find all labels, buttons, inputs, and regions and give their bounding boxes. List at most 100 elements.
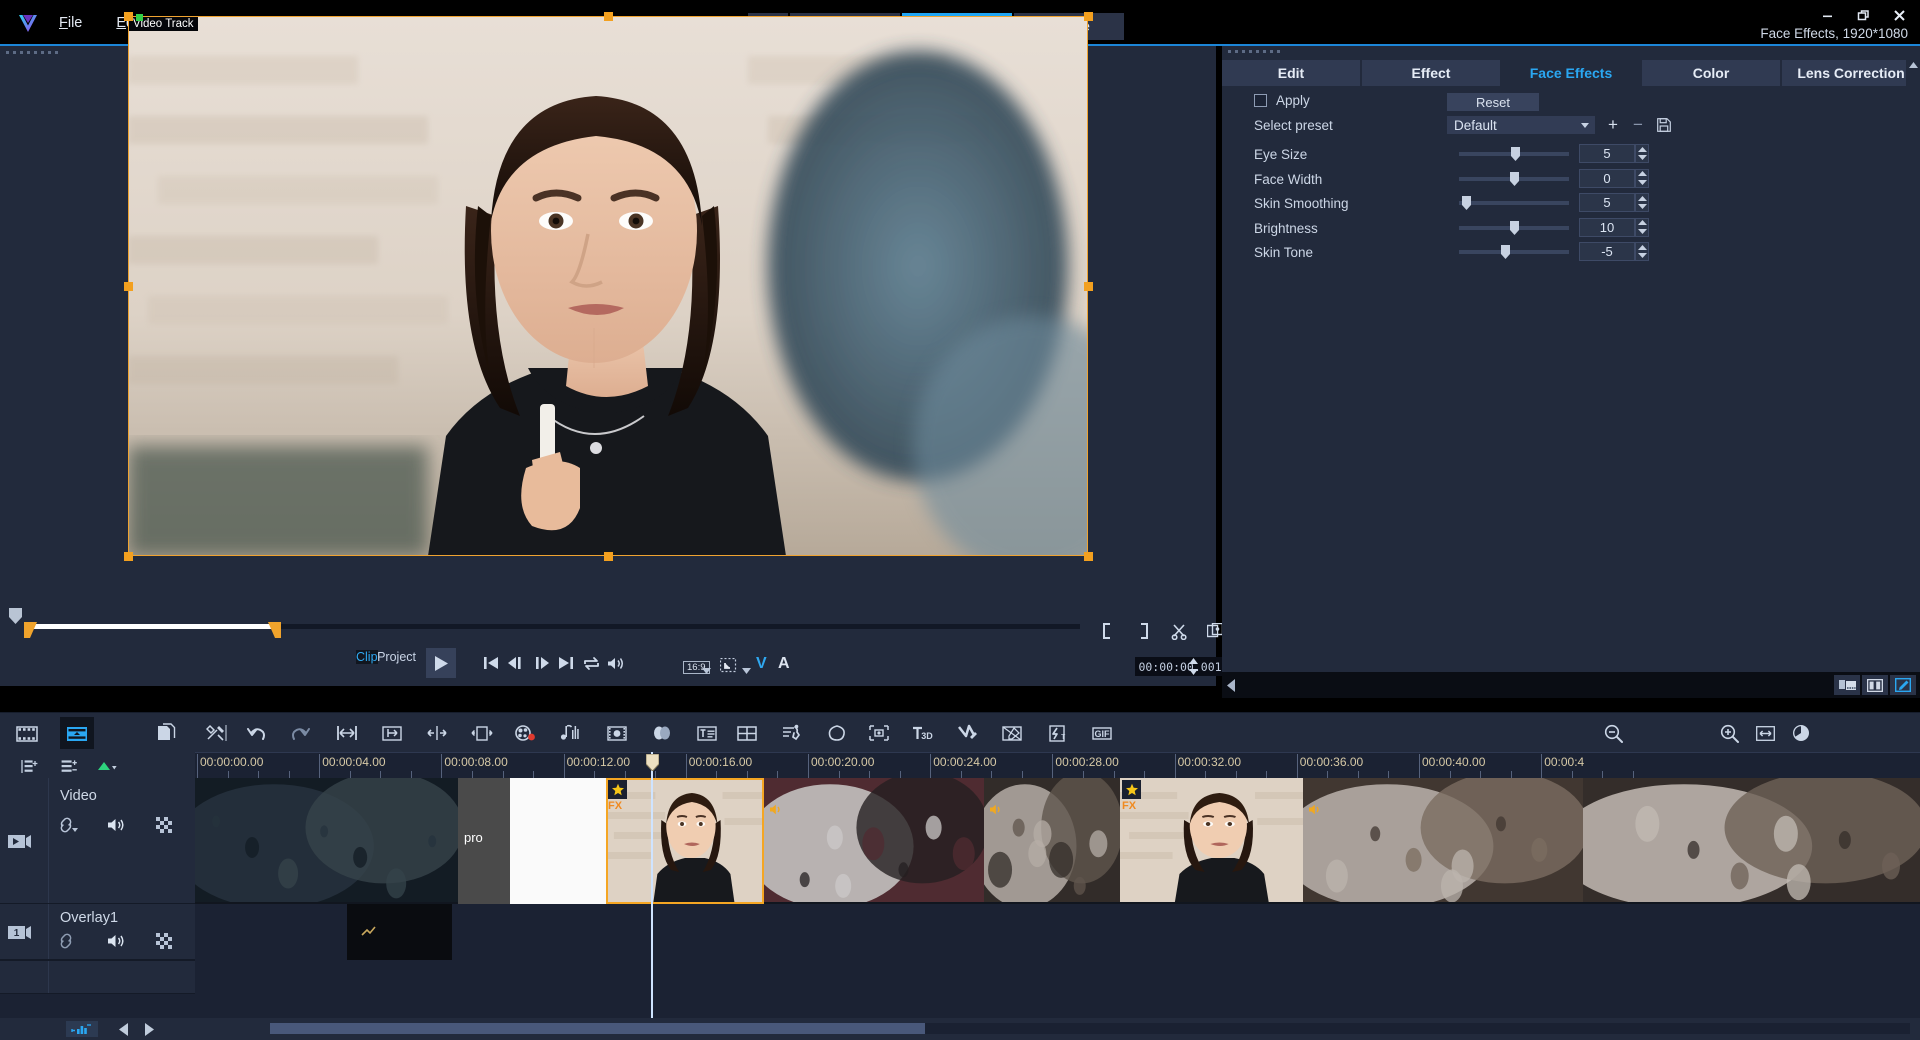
timeline-clip[interactable]: FX: [1120, 778, 1303, 904]
marker-icon[interactable]: [95, 757, 119, 775]
video-lane[interactable]: pro FX FX: [195, 778, 1920, 904]
paint-creator-icon[interactable]: [950, 717, 984, 749]
rotate-handle[interactable]: [136, 14, 143, 21]
preview-video-frame[interactable]: [128, 16, 1088, 556]
batch-convert-icon[interactable]: [150, 717, 184, 749]
timeline-hscrollbar-thumb[interactable]: [270, 1023, 925, 1034]
preview-timecode-spinner[interactable]: [1188, 657, 1199, 676]
scroll-right-icon[interactable]: [140, 1021, 158, 1037]
slider-value[interactable]: 10: [1579, 218, 1635, 237]
split-clip-icon[interactable]: [420, 717, 454, 749]
slider-spinner[interactable]: [1635, 144, 1649, 163]
slider-knob[interactable]: [1462, 196, 1471, 210]
track-header-extra[interactable]: [0, 960, 195, 994]
clock-icon[interactable]: [1784, 717, 1818, 749]
audio-ducking-icon[interactable]: [553, 717, 587, 749]
timeline-clip[interactable]: [510, 778, 606, 904]
clip-audio-icon[interactable]: [768, 802, 784, 816]
restore-button[interactable]: [1852, 6, 1874, 24]
mix-tools-icon[interactable]: [200, 717, 234, 749]
slider-value[interactable]: 0: [1579, 169, 1635, 188]
tab-lens-correction-panel[interactable]: Lens Correction: [1782, 60, 1920, 86]
resize-handle-mr[interactable]: [1084, 282, 1093, 291]
link-icon[interactable]: [58, 932, 80, 950]
mute-icon[interactable]: [106, 816, 128, 834]
speed-time-icon[interactable]: T: [1040, 717, 1074, 749]
video-toggle[interactable]: V: [756, 655, 767, 673]
overlay-lane[interactable]: [195, 904, 1920, 960]
track-motion-icon[interactable]: [862, 717, 896, 749]
clip-label[interactable]: Clip: [356, 650, 378, 664]
scroll-left-icon[interactable]: [114, 1021, 132, 1037]
panel-scroll-left[interactable]: [1224, 677, 1238, 693]
audio-toggle[interactable]: A: [778, 655, 790, 673]
preset-remove-button[interactable]: −: [1629, 116, 1647, 134]
slider-spinner[interactable]: [1635, 169, 1649, 188]
resize-handle-br[interactable]: [1084, 552, 1093, 561]
project-clip-toggle[interactable]: Project Clip: [356, 650, 416, 664]
overlay-clip[interactable]: [347, 904, 452, 960]
grid-template-icon[interactable]: [730, 717, 764, 749]
mask-creator-icon[interactable]: [820, 717, 854, 749]
extra-lane[interactable]: [195, 960, 1920, 994]
slider-value[interactable]: 5: [1579, 193, 1635, 212]
tab-face-effects-panel[interactable]: Face Effects: [1502, 60, 1640, 86]
skip-end-button[interactable]: [553, 650, 579, 676]
timeline-clip[interactable]: [1303, 778, 1583, 904]
apply-checkbox[interactable]: [1254, 94, 1267, 107]
previous-frame-button[interactable]: [503, 650, 529, 676]
timeline-icon[interactable]: [60, 717, 94, 749]
mute-icon[interactable]: [106, 932, 128, 950]
trim-in-marker[interactable]: [24, 622, 37, 638]
gif-creator-icon[interactable]: GIF: [1085, 717, 1119, 749]
resize-handle-tr[interactable]: [1084, 12, 1093, 21]
slider-knob[interactable]: [1510, 172, 1519, 186]
slider-spinner[interactable]: [1635, 242, 1649, 261]
undo-icon[interactable]: [240, 717, 274, 749]
storyboard-icon[interactable]: [10, 717, 44, 749]
timeline-clip[interactable]: [1583, 778, 1920, 904]
preset-add-button[interactable]: +: [1604, 116, 1622, 134]
slider-spinner[interactable]: [1635, 193, 1649, 212]
transparency-icon[interactable]: [153, 932, 175, 950]
preview-timecode[interactable]: 00:00:00.001: [1135, 657, 1225, 676]
timeline-clip[interactable]: [984, 778, 1120, 904]
timeline-clip[interactable]: FX: [606, 778, 764, 904]
title-icon[interactable]: [690, 717, 724, 749]
track-manager-icon[interactable]: [18, 757, 42, 775]
add-track-icon[interactable]: [66, 1021, 98, 1037]
ripple-edit-icon[interactable]: [375, 717, 409, 749]
transparency-icon[interactable]: [153, 816, 175, 834]
video-overlay-icon[interactable]: [995, 717, 1029, 749]
preset-dropdown[interactable]: Default: [1447, 116, 1595, 134]
trim-out-marker[interactable]: [268, 622, 281, 638]
timeline-playhead[interactable]: [651, 752, 653, 1018]
capture-caret[interactable]: [740, 658, 752, 684]
resize-handle-tl[interactable]: [124, 12, 133, 21]
fit-timeline-icon[interactable]: [1748, 717, 1782, 749]
slider-track-skin-tone[interactable]: [1459, 250, 1569, 254]
zoom-in-icon[interactable]: [1712, 717, 1746, 749]
panel-scroll-up[interactable]: [1906, 60, 1920, 86]
chapter-point-icon[interactable]: [58, 757, 82, 775]
zoom-out-icon[interactable]: [1596, 717, 1630, 749]
aspect-ratio-caret[interactable]: [700, 658, 712, 684]
multicam-icon[interactable]: [600, 717, 634, 749]
tab-edit-panel[interactable]: Edit: [1222, 60, 1360, 86]
resize-handle-ml[interactable]: [124, 282, 133, 291]
track-header-video[interactable]: Video: [0, 778, 195, 904]
volume-button[interactable]: [603, 650, 629, 676]
tab-color-panel[interactable]: Color: [1642, 60, 1780, 86]
slider-knob[interactable]: [1510, 221, 1519, 235]
resize-handle-tc[interactable]: [604, 12, 613, 21]
link-icon[interactable]: [58, 816, 80, 834]
motion-tracking-icon[interactable]: [775, 717, 809, 749]
capture-region-icon[interactable]: [720, 658, 738, 674]
resize-handle-bl[interactable]: [124, 552, 133, 561]
save-icon[interactable]: [1655, 116, 1673, 134]
minimize-button[interactable]: [1816, 6, 1838, 24]
slider-track-skin-smoothing[interactable]: [1459, 201, 1569, 205]
timeline-clip[interactable]: pro: [458, 778, 510, 904]
tab-effect-panel[interactable]: Effect: [1362, 60, 1500, 86]
close-button[interactable]: [1888, 6, 1910, 24]
